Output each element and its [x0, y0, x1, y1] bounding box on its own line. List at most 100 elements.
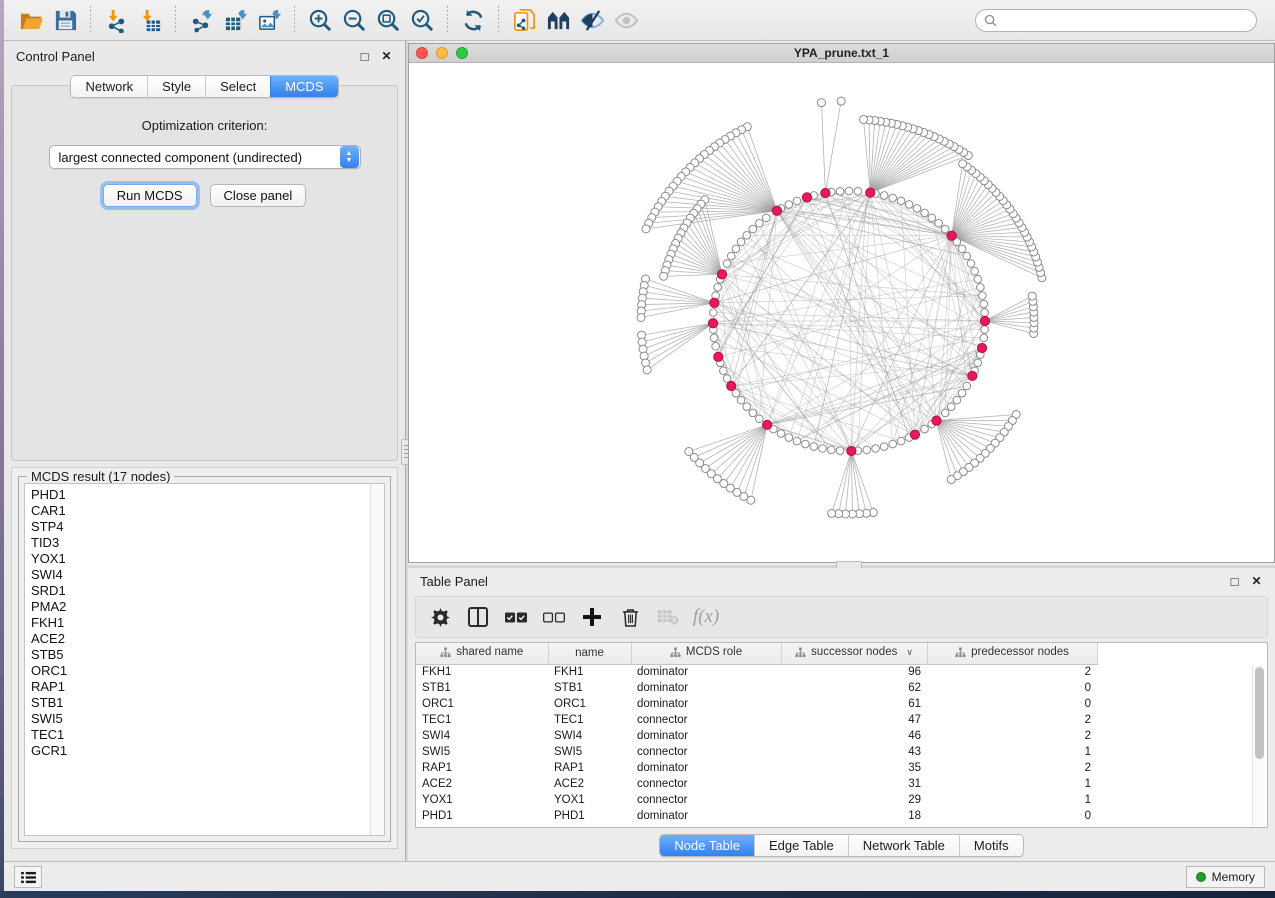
network-node[interactable] — [928, 214, 936, 222]
column-header-shared-name[interactable]: shared name — [416, 643, 548, 664]
mcds-hub-node[interactable] — [763, 420, 772, 429]
mcds-hub-node[interactable] — [714, 352, 723, 361]
table-row[interactable]: PHD1PHD1dominator180 — [416, 808, 1259, 824]
add-column-icon[interactable] — [580, 605, 604, 629]
network-node[interactable] — [981, 326, 989, 334]
network-node[interactable] — [854, 187, 862, 195]
network-node[interactable] — [863, 446, 871, 454]
close-panel-icon[interactable]: ✕ — [380, 50, 393, 63]
network-node[interactable] — [643, 366, 651, 374]
network-node[interactable] — [714, 284, 722, 292]
mcds-result-item[interactable]: TEC1 — [31, 727, 378, 743]
network-node[interactable] — [921, 425, 929, 433]
run-mcds-button[interactable]: Run MCDS — [103, 184, 197, 207]
network-node[interactable] — [977, 284, 985, 292]
network-node[interactable] — [709, 309, 717, 317]
mcds-hub-node[interactable] — [717, 270, 726, 279]
network-node[interactable] — [732, 245, 740, 253]
mcds-hub-node[interactable] — [977, 343, 986, 352]
network-node[interactable] — [737, 396, 745, 404]
list-scrollbar[interactable] — [370, 484, 384, 835]
network-node[interactable] — [958, 245, 966, 253]
close-panel-button[interactable]: Close panel — [210, 184, 307, 207]
network-node[interactable] — [828, 509, 836, 517]
network-node[interactable] — [810, 443, 818, 451]
network-node[interactable] — [685, 447, 693, 455]
first-neighbors-icon[interactable] — [541, 4, 575, 36]
table-row[interactable]: RAP1RAP1dominator352 — [416, 760, 1259, 776]
network-node[interactable] — [737, 238, 745, 246]
apply-layout-icon[interactable] — [456, 4, 490, 36]
network-node[interactable] — [762, 214, 770, 222]
network-node[interactable] — [793, 437, 801, 445]
table-scrollbar[interactable] — [1252, 665, 1266, 826]
mcds-result-item[interactable]: PHD1 — [31, 487, 378, 503]
mcds-hub-node[interactable] — [968, 371, 977, 380]
network-node[interactable] — [941, 225, 949, 233]
network-node[interactable] — [723, 260, 731, 268]
network-node[interactable] — [981, 309, 989, 317]
network-node[interactable] — [743, 231, 751, 239]
network-node[interactable] — [785, 434, 793, 442]
network-node[interactable] — [963, 382, 971, 390]
table-row[interactable]: SWI4SWI4dominator462 — [416, 728, 1259, 744]
network-node[interactable] — [756, 219, 764, 227]
mcds-hub-node[interactable] — [708, 319, 717, 328]
export-table-icon[interactable] — [218, 4, 252, 36]
tab-style[interactable]: Style — [147, 76, 205, 97]
open-file-icon[interactable] — [14, 4, 48, 36]
column-header-name[interactable]: name — [548, 643, 631, 664]
network-node[interactable] — [836, 447, 844, 455]
table-row[interactable]: SWI5SWI5connector431 — [416, 744, 1259, 760]
table-row[interactable]: ACE2ACE2connector311 — [416, 776, 1259, 792]
mcds-hub-node[interactable] — [866, 188, 875, 197]
mcds-result-item[interactable]: FKH1 — [31, 615, 378, 631]
network-node[interactable] — [979, 292, 987, 300]
network-node[interactable] — [1028, 292, 1036, 300]
network-node[interactable] — [642, 225, 650, 233]
network-node[interactable] — [837, 97, 845, 105]
network-node[interactable] — [974, 275, 982, 283]
network-node[interactable] — [971, 267, 979, 275]
network-node[interactable] — [935, 219, 943, 227]
mcds-hub-node[interactable] — [910, 430, 919, 439]
network-node[interactable] — [845, 187, 853, 195]
network-node[interactable] — [817, 99, 825, 107]
network-node[interactable] — [872, 445, 880, 453]
zoom-selected-icon[interactable] — [405, 4, 439, 36]
float-panel-icon[interactable]: □ — [358, 50, 371, 63]
mcds-hub-node[interactable] — [980, 316, 989, 325]
network-node[interactable] — [710, 334, 718, 342]
network-node[interactable] — [941, 409, 949, 417]
table-row[interactable]: FKH1FKH1dominator962 — [416, 664, 1259, 680]
network-node[interactable] — [749, 225, 757, 233]
mcds-result-item[interactable]: SRD1 — [31, 583, 378, 599]
save-session-icon[interactable] — [48, 4, 82, 36]
mcds-result-item[interactable]: ACE2 — [31, 631, 378, 647]
column-header-successor-nodes[interactable]: successor nodes∨ — [781, 643, 927, 664]
mcds-hub-node[interactable] — [772, 206, 781, 215]
criterion-dropdown[interactable]: largest connected component (undirected)… — [49, 145, 361, 169]
import-network-icon[interactable] — [99, 4, 133, 36]
tab-network[interactable]: Network — [71, 76, 147, 97]
zoom-out-icon[interactable] — [337, 4, 371, 36]
tab-mcds[interactable]: MCDS — [270, 76, 337, 97]
mcds-result-item[interactable]: YOX1 — [31, 551, 378, 567]
mcds-result-item[interactable]: ORC1 — [31, 663, 378, 679]
network-node[interactable] — [793, 197, 801, 205]
tab-motifs[interactable]: Motifs — [959, 835, 1023, 856]
import-table-icon[interactable] — [133, 4, 167, 36]
zoom-in-icon[interactable] — [303, 4, 337, 36]
memory-button[interactable]: Memory — [1186, 866, 1265, 888]
mcds-hub-node[interactable] — [947, 231, 956, 240]
network-node[interactable] — [889, 440, 897, 448]
deselect-all-rows-icon[interactable] — [542, 605, 566, 629]
table-settings-gear-icon[interactable] — [428, 605, 452, 629]
float-panel-icon[interactable]: □ — [1228, 575, 1241, 588]
mcds-result-item[interactable]: STP4 — [31, 519, 378, 535]
mcds-result-list[interactable]: PHD1CAR1STP4TID3YOX1SWI4SRD1PMA2FKH1ACE2… — [24, 483, 385, 836]
network-canvas[interactable] — [409, 63, 1274, 562]
network-node[interactable] — [913, 205, 921, 213]
delete-table-icon[interactable] — [656, 605, 680, 629]
mcds-result-item[interactable]: STB5 — [31, 647, 378, 663]
